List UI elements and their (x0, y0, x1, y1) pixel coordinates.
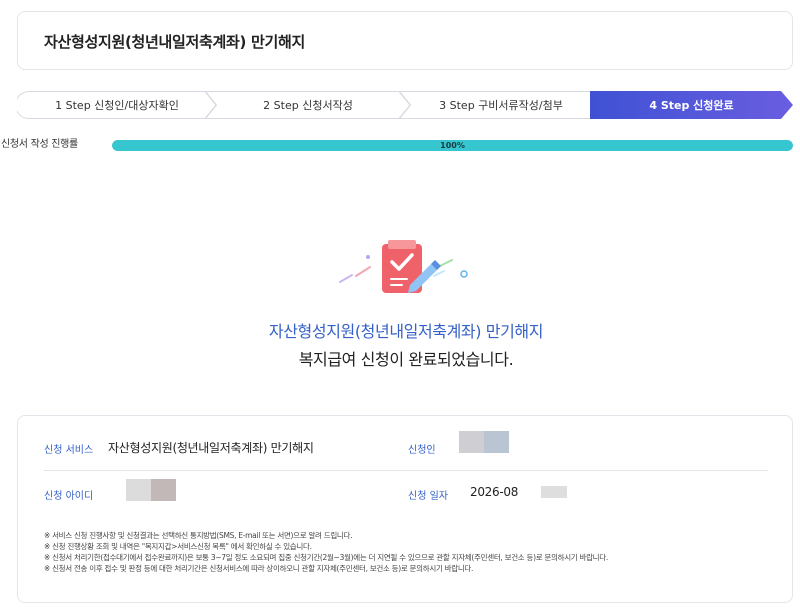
page: 자산형성지원(청년내일저축계좌) 만기해지 1 Step 신청인/대상자확인 2… (0, 0, 800, 608)
summary-row: 신청 아이디 신청 일자 2026-08 (44, 471, 768, 517)
title-card: 자산형성지원(청년내일저축계좌) 만기해지 (17, 11, 793, 70)
user-id-masked (126, 479, 176, 501)
notice-item: ※ 서비스 신청 진행사항 및 신청결과는 선택하신 통지방법(SMS, E-m… (44, 531, 353, 540)
step-3-label: 3 Step 구비서류작성/첨부 (439, 99, 563, 112)
notice-item: ※ 신청 진행상황 조회 및 내역은 "복지지갑>서비스신청 목록" 에서 확인… (44, 542, 312, 551)
id-label: 신청 아이디 (44, 491, 94, 502)
completion-message: 복지급여 신청이 완료되었습니다. (298, 350, 514, 369)
step-1-label: 1 Step 신청인/대상자확인 (55, 99, 179, 112)
notice-list: ※ 서비스 신청 진행사항 및 신청결과는 선택하신 통지방법(SMS, E-m… (44, 530, 784, 574)
step-4: 4 Step 신청완료 (590, 91, 793, 119)
completion-service-name: 자산형성지원(청년내일저축계좌) 만기해지 (268, 322, 544, 341)
service-label: 신청 서비스 (44, 445, 94, 456)
step-indicator: 1 Step 신청인/대상자확인 2 Step 신청서작성 3 Step 구비서… (17, 91, 793, 119)
progress-percent: 100% (440, 141, 465, 150)
date-masked (541, 486, 567, 498)
notice-item: ※ 신청서 전송 이후 접수 및 판정 등에 대한 처리기간은 신청서비스에 따… (44, 564, 474, 573)
page-title: 자산형성지원(청년내일저축계좌) 만기해지 (44, 33, 306, 51)
step-3: 3 Step 구비서류작성/첨부 (399, 91, 603, 119)
progress-label: 신청서 작성 진행률 (1, 139, 78, 150)
step-1: 1 Step 신청인/대상자확인 (17, 91, 217, 119)
progress-row: 신청서 작성 진행률 100% (0, 138, 800, 152)
service-value: 자산형성지원(청년내일저축계좌) 만기해지 (108, 441, 314, 455)
step-2: 2 Step 신청서작성 (205, 91, 411, 119)
date-value: 2026-08 (470, 485, 519, 499)
step-4-label: 4 Step 신청완료 (649, 99, 734, 112)
applicant-label: 신청인 (408, 445, 436, 456)
notice-item: ※ 신청서 처리기한(접수대기에서 접수완료까지)은 보통 3~7일 정도 소요… (44, 553, 608, 562)
application-summary: 신청 서비스 자산형성지원(청년내일저축계좌) 만기해지 신청인 신청 아이디 … (17, 415, 793, 603)
progress-bar: 100% (112, 140, 793, 151)
date-label: 신청 일자 (408, 491, 448, 502)
applicant-name-masked (459, 431, 509, 453)
summary-row: 신청 서비스 자산형성지원(청년내일저축계좌) 만기해지 신청인 (44, 425, 768, 471)
step-2-label: 2 Step 신청서작성 (263, 99, 353, 112)
completion-illustration (339, 240, 468, 293)
